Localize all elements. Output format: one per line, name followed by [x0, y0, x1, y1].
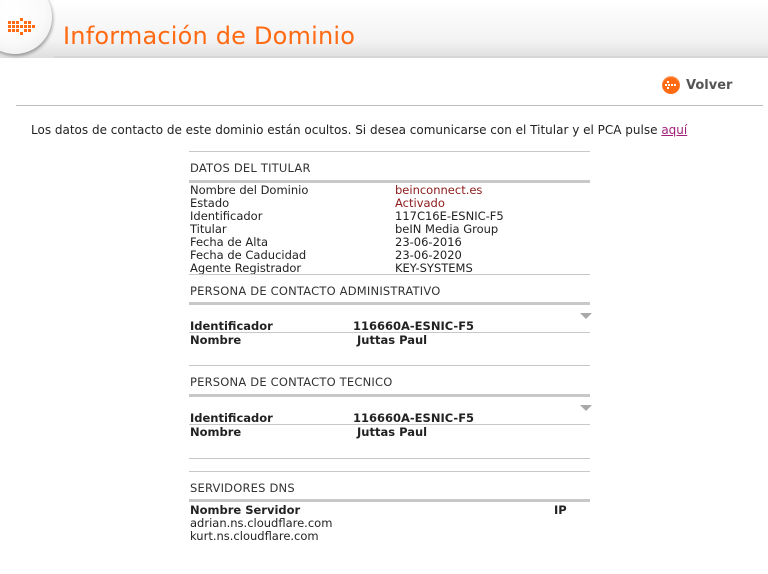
row-label: Nombre	[190, 333, 242, 347]
divider	[189, 365, 590, 366]
dns-name-header: Nombre Servidor	[190, 503, 301, 517]
section-title-tech: PERSONA DE CONTACTO TECNICO	[190, 375, 393, 389]
back-button[interactable]: Volver	[662, 76, 732, 94]
titular-row: Identificador 117C16E-ESNIC-F5	[190, 210, 590, 223]
page-header: Información de Dominio	[0, 0, 768, 58]
row-value: Juttas Paul	[357, 425, 428, 439]
back-button-label: Volver	[686, 77, 733, 93]
header-divider	[54, 56, 768, 58]
dns-server: kurt.ns.cloudflare.com	[190, 529, 319, 543]
row-value: 116660A-ESNIC-F5	[353, 319, 475, 333]
section-title-admin: PERSONA DE CONTACTO ADMINISTRATIVO	[190, 284, 441, 298]
contact-link[interactable]: aquí	[661, 123, 687, 137]
divider	[189, 458, 590, 459]
row-label: Nombre	[190, 425, 242, 439]
privacy-notice: Los datos de contacto de este dominio es…	[31, 123, 687, 137]
admin-name-row: Nombre Juttas Paul	[190, 333, 590, 347]
page-title: Información de Dominio	[63, 22, 356, 50]
divider	[189, 471, 590, 472]
dns-ip-header: IP	[554, 503, 567, 517]
titular-row: Nombre del Dominio beinconnect.es	[190, 184, 590, 197]
tech-id-row: Identificador 116660A-ESNIC-F5	[190, 411, 590, 425]
admin-id-row: Identificador 116660A-ESNIC-F5	[190, 319, 590, 333]
row-label: Identificador	[190, 411, 273, 425]
header-badge	[0, 0, 52, 54]
tech-name-row: Nombre Juttas Paul	[190, 425, 590, 439]
arrow-left-icon	[662, 76, 680, 94]
divider	[189, 394, 590, 397]
row-label: Identificador	[190, 319, 273, 333]
arrow-right-icon	[8, 18, 35, 35]
divider	[189, 274, 590, 275]
row-value: 116660A-ESNIC-F5	[353, 411, 475, 425]
dns-header-row: Nombre Servidor IP	[190, 503, 590, 517]
divider	[189, 499, 590, 502]
divider	[189, 151, 590, 152]
privacy-notice-text: Los datos de contacto de este dominio es…	[31, 123, 658, 137]
top-divider	[16, 105, 763, 106]
row-value: Juttas Paul	[357, 333, 428, 347]
section-title-titular: DATOS DEL TITULAR	[190, 161, 311, 175]
section-title-dns: SERVIDORES DNS	[190, 481, 295, 495]
divider	[189, 302, 590, 305]
